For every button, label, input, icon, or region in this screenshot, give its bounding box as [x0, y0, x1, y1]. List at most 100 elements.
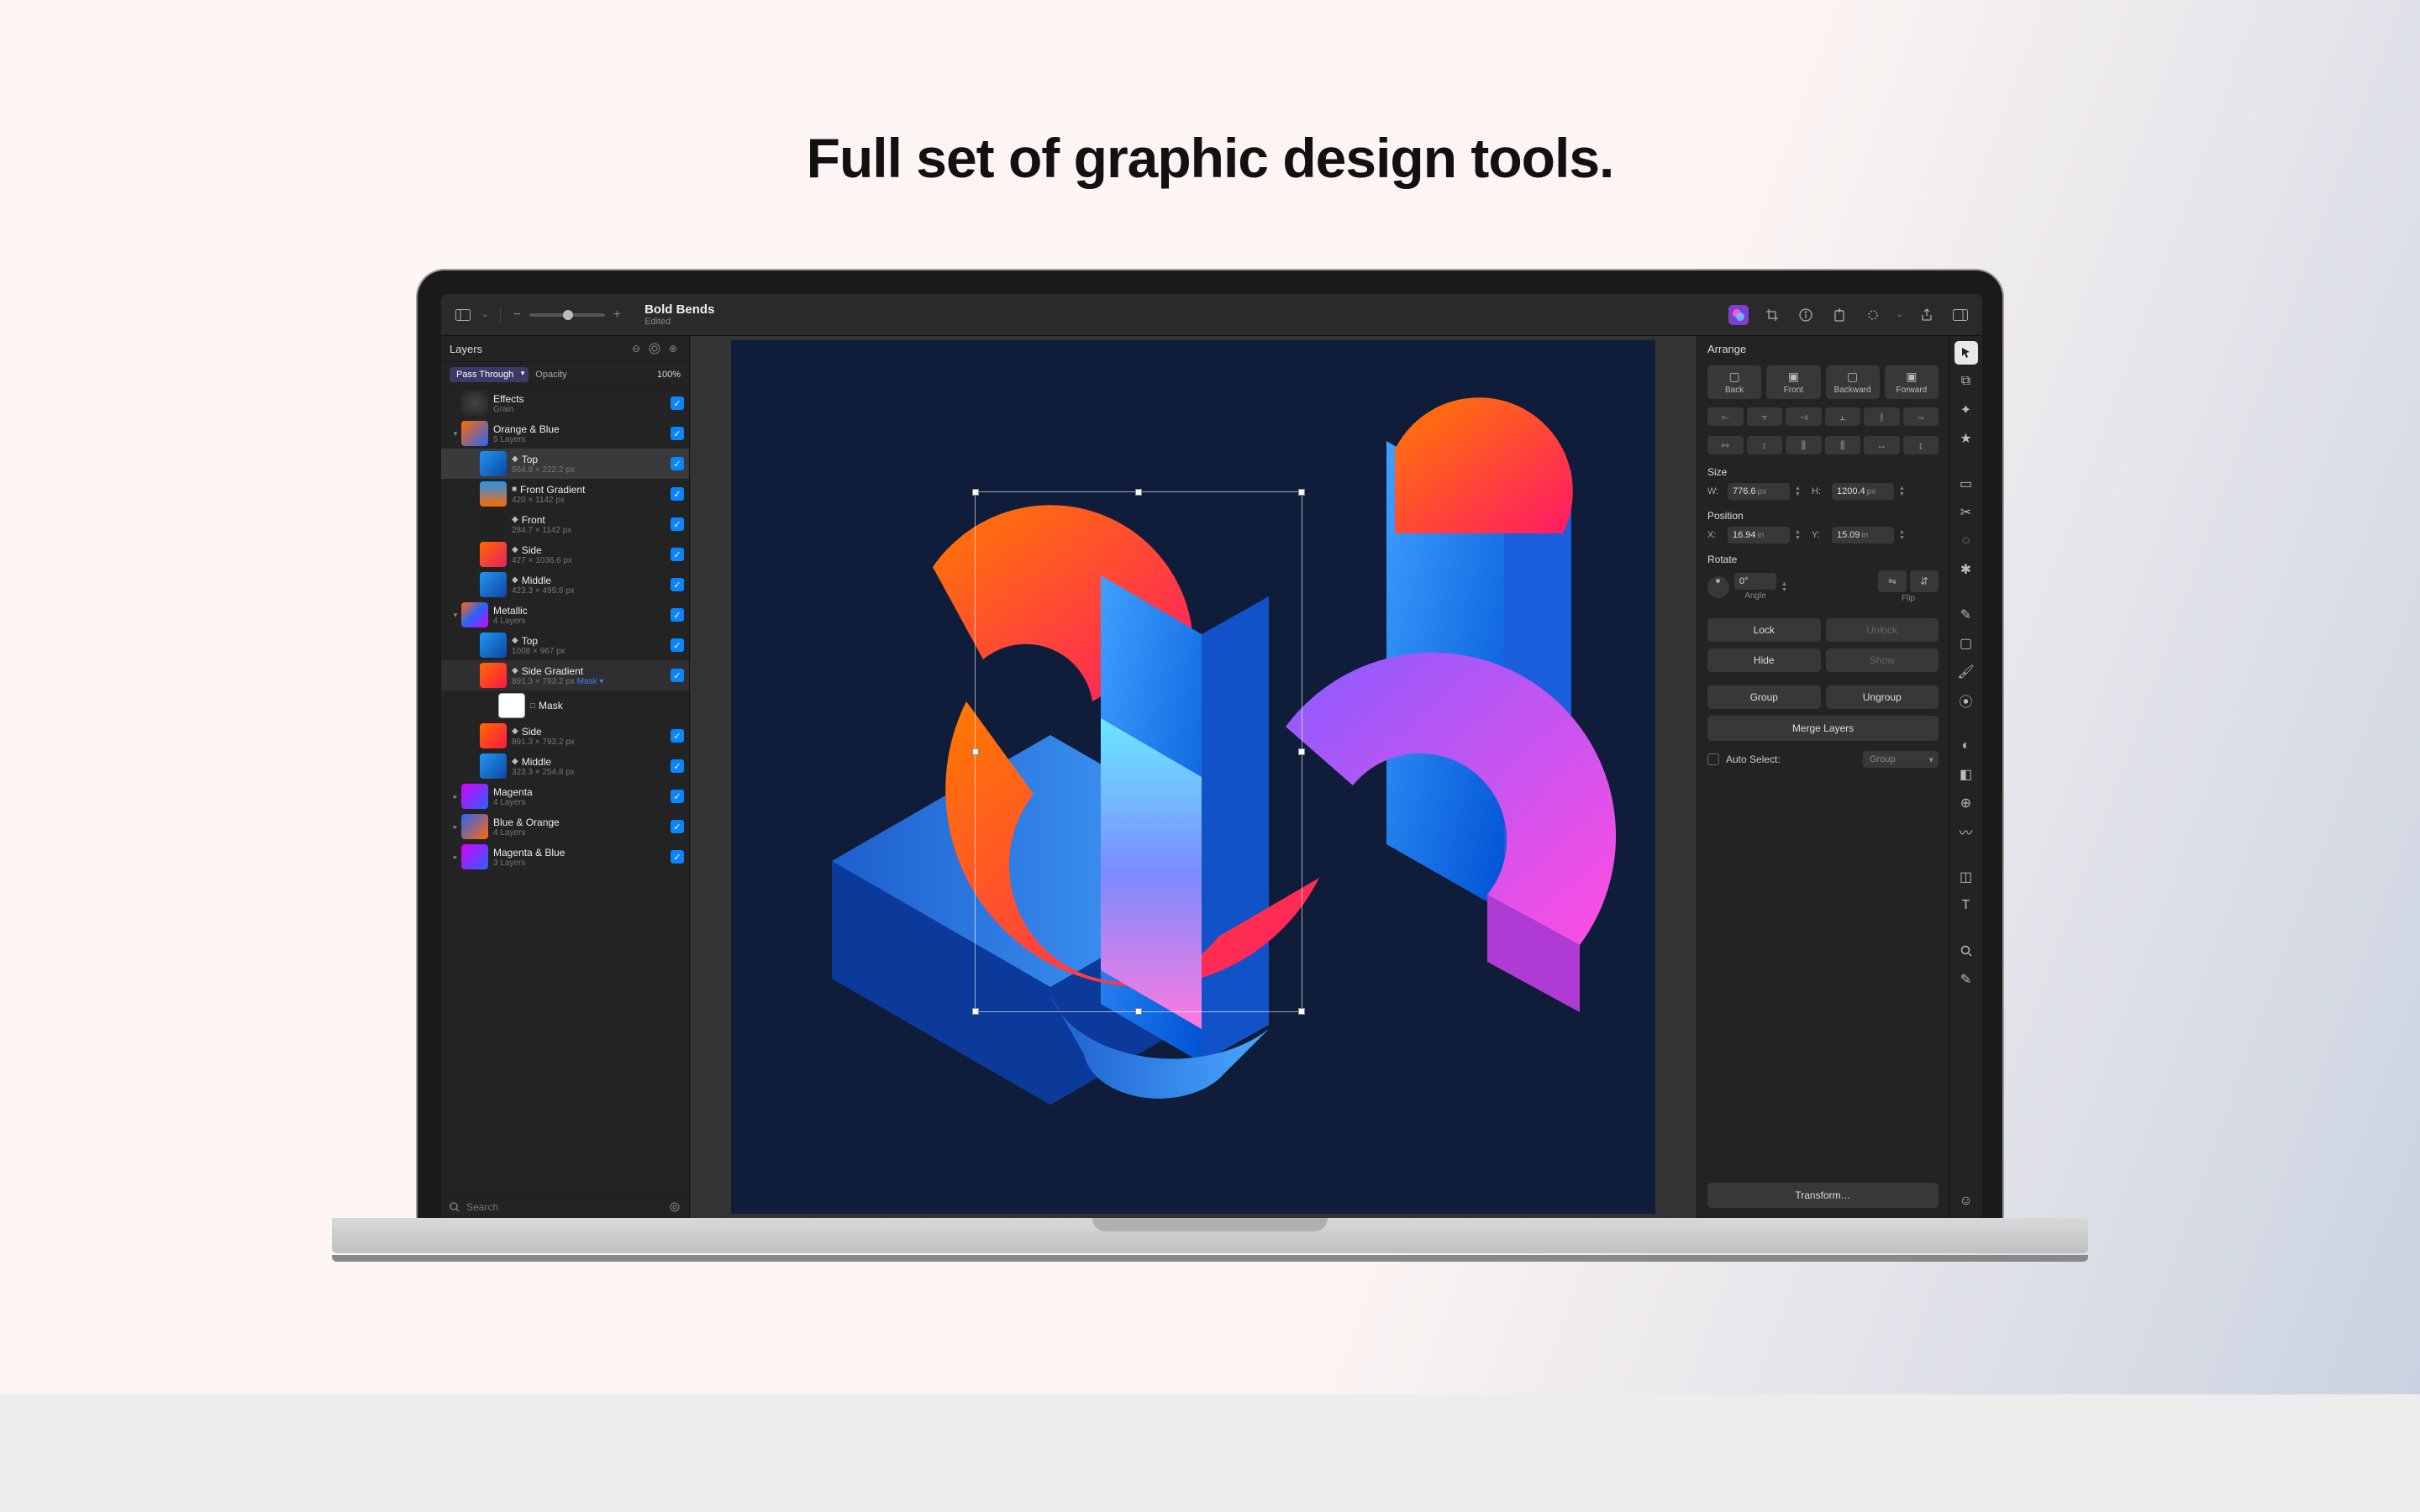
- layer-row[interactable]: ◆Top564.8 × 222.2 px✓: [441, 449, 689, 479]
- align-center-h-icon[interactable]: ⫟: [1747, 407, 1783, 426]
- help-icon[interactable]: ☺: [1954, 1189, 1978, 1213]
- send-back-button[interactable]: ▢Back: [1707, 365, 1761, 399]
- crop-tool-icon[interactable]: ✂: [1954, 501, 1978, 524]
- layer-row[interactable]: ◆Top1008 × 967 px✓: [441, 630, 689, 660]
- layer-row[interactable]: ▸Magenta & Blue3 Layers✓: [441, 842, 689, 872]
- visibility-checkbox[interactable]: ✓: [671, 790, 684, 803]
- zoom-tool-icon[interactable]: [1954, 939, 1978, 963]
- layer-row[interactable]: ▾Orange & Blue5 Layers✓: [441, 418, 689, 449]
- gradient-tool-icon[interactable]: ◧: [1954, 763, 1978, 786]
- opacity-value[interactable]: 100%: [657, 370, 681, 380]
- auto-select-dropdown[interactable]: Group: [1863, 751, 1939, 768]
- share-icon[interactable]: [1917, 305, 1937, 325]
- chevron-down-icon[interactable]: ⌄: [1897, 310, 1903, 319]
- width-field[interactable]: 776.6 px: [1728, 483, 1790, 500]
- arrange-tool-icon[interactable]: ⧉: [1954, 370, 1978, 393]
- zoom-minus-icon[interactable]: −: [513, 307, 520, 323]
- zoom-plus-icon[interactable]: +: [613, 307, 621, 323]
- layer-row[interactable]: ▸Magenta4 Layers✓: [441, 781, 689, 811]
- angle-field[interactable]: 0°: [1734, 573, 1776, 590]
- flip-vertical-button[interactable]: ⇵: [1910, 570, 1939, 592]
- width-stepper[interactable]: ▲▼: [1795, 486, 1807, 497]
- info-icon[interactable]: [1796, 305, 1816, 325]
- match-height-icon[interactable]: ↨: [1903, 436, 1939, 454]
- eyedropper-tool-icon[interactable]: ⦿: [1954, 689, 1978, 712]
- auto-select-checkbox[interactable]: [1707, 753, 1719, 765]
- visibility-checkbox[interactable]: ✓: [671, 548, 684, 561]
- x-field[interactable]: 16.94 in: [1728, 527, 1790, 543]
- layer-row[interactable]: □Mask: [441, 690, 689, 721]
- new-document-icon[interactable]: [1829, 305, 1849, 325]
- layer-row[interactable]: ◆Side Gradient891.3 × 793.2 px Mask ▾✓: [441, 660, 689, 690]
- distribute-h-icon[interactable]: ⇿: [1707, 436, 1744, 454]
- unlock-button[interactable]: Unlock: [1826, 618, 1939, 642]
- arrow-tool-icon[interactable]: [1954, 341, 1978, 365]
- inspector-toggle-icon[interactable]: [1950, 305, 1970, 325]
- layer-row[interactable]: ◆Middle323.3 × 254.8 px✓: [441, 751, 689, 781]
- layer-row[interactable]: ◆Middle423.3 × 499.8 px✓: [441, 570, 689, 600]
- visibility-checkbox[interactable]: ✓: [671, 608, 684, 622]
- layer-row[interactable]: EffectsGrain✓: [441, 388, 689, 418]
- style-tool-icon[interactable]: ✦: [1954, 398, 1978, 422]
- lock-button[interactable]: Lock: [1707, 618, 1821, 642]
- visibility-checkbox[interactable]: ✓: [671, 427, 684, 440]
- distribute-spacing-v-icon[interactable]: ⫼: [1825, 436, 1861, 454]
- ungroup-button[interactable]: Ungroup: [1826, 685, 1939, 709]
- canvas[interactable]: [731, 340, 1655, 1214]
- clone-tool-icon[interactable]: ⊕: [1954, 791, 1978, 815]
- type-tool-icon[interactable]: T: [1954, 894, 1978, 917]
- shape-tool-icon[interactable]: ▢: [1954, 632, 1978, 655]
- visibility-checkbox[interactable]: ✓: [671, 457, 684, 470]
- layer-row[interactable]: ▸Blue & Orange4 Layers✓: [441, 811, 689, 842]
- filter-icon[interactable]: [669, 1201, 681, 1213]
- disclosure-triangle-icon[interactable]: ▸: [450, 792, 461, 801]
- align-bottom-icon[interactable]: ⫬: [1903, 407, 1939, 426]
- visibility-checkbox[interactable]: ✓: [671, 669, 684, 682]
- blend-mode-select[interactable]: Pass Through: [450, 367, 529, 382]
- bring-front-button[interactable]: ▣Front: [1766, 365, 1820, 399]
- send-backward-button[interactable]: ▢Backward: [1826, 365, 1880, 399]
- bring-forward-button[interactable]: ▣Forward: [1885, 365, 1939, 399]
- distribute-v-icon[interactable]: ↕: [1747, 436, 1783, 454]
- align-left-icon[interactable]: ⟜: [1707, 407, 1744, 426]
- chevron-down-icon[interactable]: ⌄: [481, 310, 488, 319]
- disclosure-triangle-icon[interactable]: ▾: [450, 611, 461, 620]
- y-stepper[interactable]: ▲▼: [1899, 529, 1911, 541]
- magic-wand-tool-icon[interactable]: ✱: [1954, 558, 1978, 581]
- disclosure-triangle-icon[interactable]: ▸: [450, 822, 461, 832]
- visibility-checkbox[interactable]: ✓: [671, 820, 684, 833]
- crop-icon[interactable]: [1762, 305, 1782, 325]
- visibility-checkbox[interactable]: ✓: [671, 517, 684, 531]
- visibility-checkbox[interactable]: ✓: [671, 396, 684, 410]
- match-width-icon[interactable]: ↔: [1864, 436, 1900, 454]
- show-button[interactable]: Show: [1826, 648, 1939, 672]
- visibility-checkbox[interactable]: ✓: [671, 487, 684, 501]
- layer-row[interactable]: ◆Side891.3 × 793.2 px✓: [441, 721, 689, 751]
- smudge-tool-icon[interactable]: 〰: [1954, 820, 1978, 843]
- brush-tool-icon[interactable]: 🖌: [1954, 660, 1978, 684]
- distribute-spacing-h-icon[interactable]: ⫼: [1786, 436, 1822, 454]
- lasso-tool-icon[interactable]: ◌: [1954, 529, 1978, 553]
- layer-options-icon[interactable]: [647, 341, 662, 356]
- hide-button[interactable]: Hide: [1707, 648, 1821, 672]
- layer-row[interactable]: ■Front Gradient420 × 1142 px✓: [441, 479, 689, 509]
- zoom-slider[interactable]: [529, 313, 605, 317]
- visibility-checkbox[interactable]: ✓: [671, 638, 684, 652]
- layer-search-input[interactable]: [466, 1201, 664, 1213]
- marquee-tool-icon[interactable]: ▭: [1954, 472, 1978, 496]
- disclosure-triangle-icon[interactable]: ▸: [450, 853, 461, 862]
- adjust-tool-icon[interactable]: ◐: [1954, 734, 1978, 758]
- sidebar-toggle-icon[interactable]: [453, 305, 473, 325]
- align-top-icon[interactable]: ⫠: [1825, 407, 1861, 426]
- rotate-knob[interactable]: [1707, 576, 1729, 598]
- layer-row[interactable]: ◆Front284.7 × 1142 px✓: [441, 509, 689, 539]
- collapse-all-icon[interactable]: ⊖: [629, 341, 644, 356]
- disclosure-triangle-icon[interactable]: ▾: [450, 429, 461, 438]
- pen-tool-icon[interactable]: ✎: [1954, 603, 1978, 627]
- quick-edit-tool-icon[interactable]: ✎: [1954, 968, 1978, 991]
- layer-row[interactable]: ◆Side427 × 1036.6 px✓: [441, 539, 689, 570]
- merge-layers-button[interactable]: Merge Layers: [1707, 716, 1939, 741]
- add-layer-icon[interactable]: ⊕: [666, 341, 681, 356]
- visibility-checkbox[interactable]: ✓: [671, 578, 684, 591]
- align-right-icon[interactable]: ⟞: [1786, 407, 1822, 426]
